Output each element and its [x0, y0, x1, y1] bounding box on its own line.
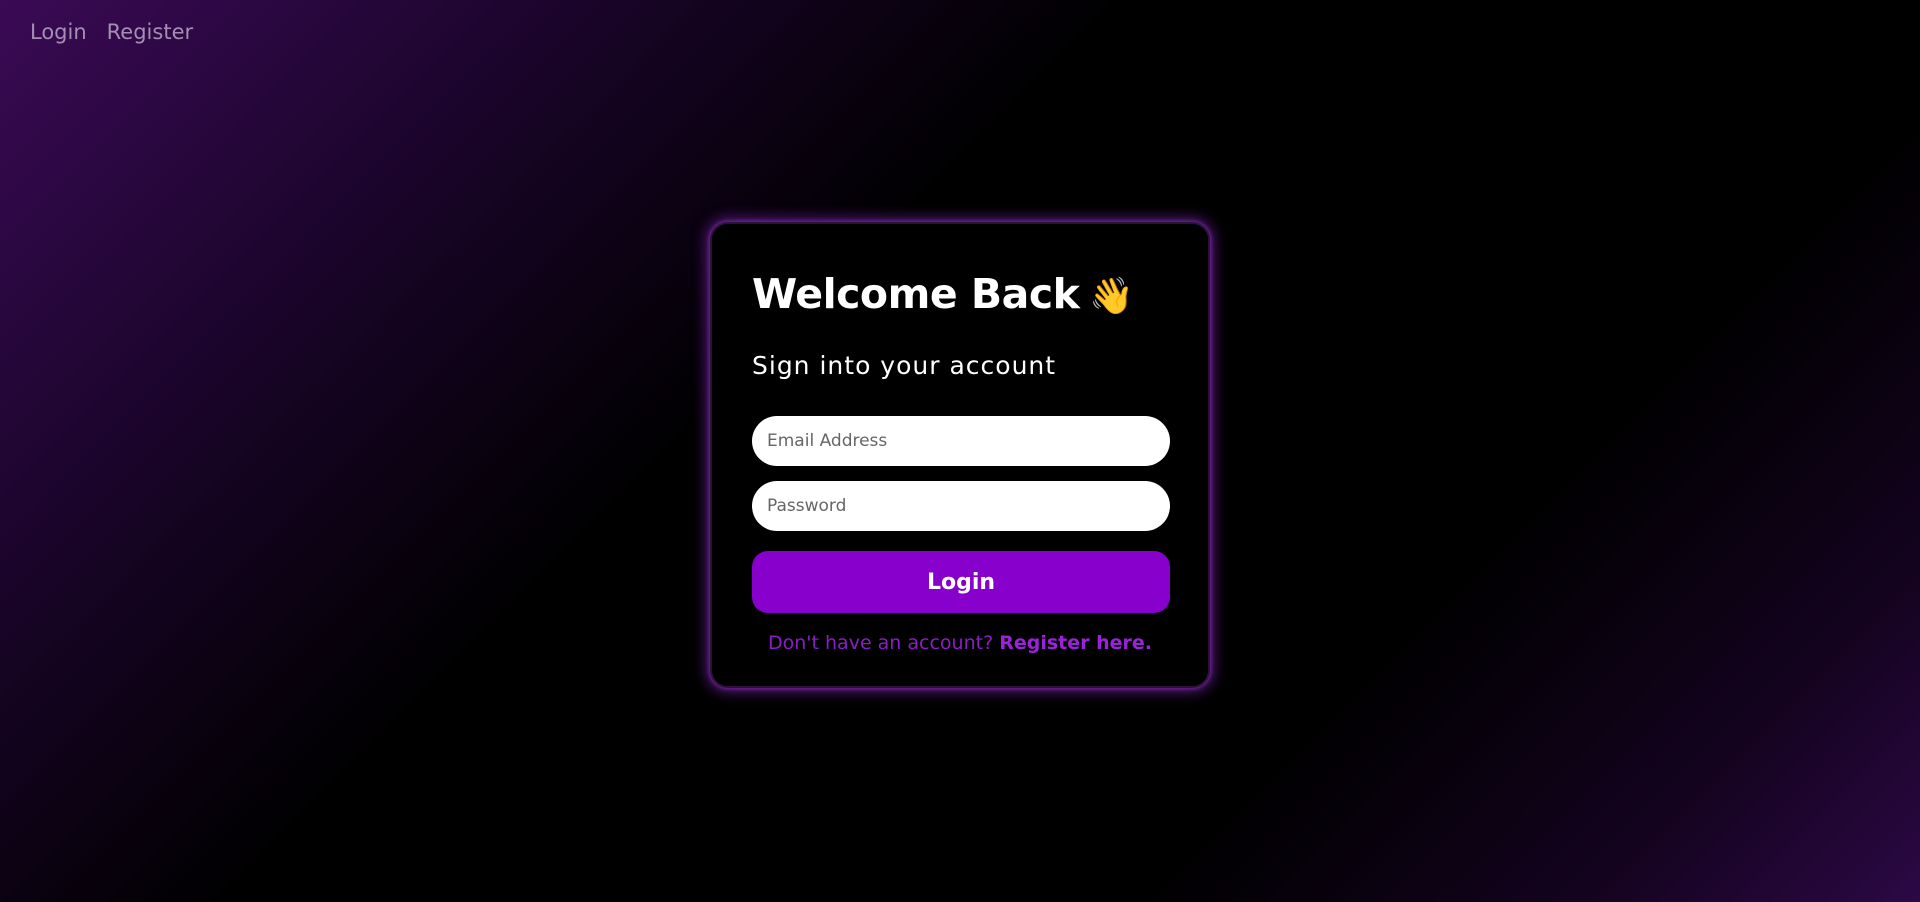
login-button[interactable]: Login	[752, 551, 1170, 613]
title-text: Welcome Back	[752, 270, 1080, 318]
waving-hand-icon: 👋	[1089, 276, 1134, 317]
top-nav: Login Register	[30, 20, 193, 44]
email-field[interactable]	[752, 416, 1170, 466]
nav-register-link[interactable]: Register	[107, 20, 193, 44]
nav-login-link[interactable]: Login	[30, 20, 87, 44]
login-card: Welcome Back👋 Sign into your account Log…	[710, 222, 1210, 688]
subtitle: Sign into your account	[752, 351, 1057, 380]
password-field[interactable]	[752, 481, 1170, 531]
page-title: Welcome Back 👋	[752, 270, 1134, 318]
register-link[interactable]: Register here.	[999, 632, 1152, 654]
register-prompt: Don't have an account? Register here.	[712, 632, 1208, 654]
no-account-text: Don't have an account?	[768, 632, 994, 654]
